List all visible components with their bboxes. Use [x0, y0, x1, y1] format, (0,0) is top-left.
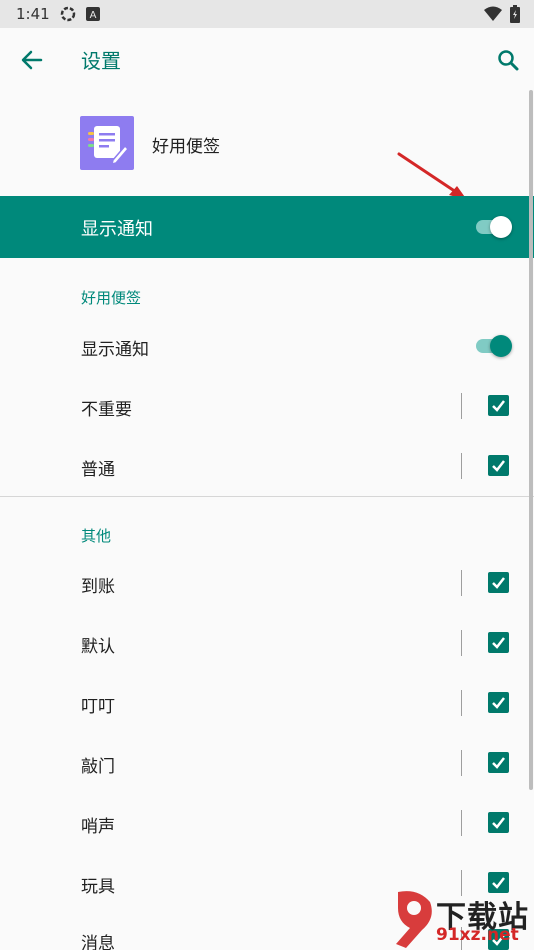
wifi-icon — [484, 6, 502, 26]
check-icon — [492, 460, 505, 472]
check-icon — [492, 400, 505, 412]
section-header-other: 其他 — [81, 527, 112, 545]
check-icon — [492, 757, 505, 769]
dingding-checkbox[interactable] — [488, 692, 509, 713]
section-header-app: 好用便签 — [81, 289, 142, 307]
knock-checkbox[interactable] — [488, 752, 509, 773]
status-time: 1:41 — [16, 5, 50, 23]
show-notification-switch[interactable] — [474, 334, 514, 358]
default-checkbox[interactable] — [488, 632, 509, 653]
row-divider — [461, 570, 462, 596]
row-divider — [461, 690, 462, 716]
row-knock[interactable]: 敲门 — [0, 733, 534, 793]
status-bar: 1:41 A — [0, 0, 534, 28]
back-arrow-icon[interactable] — [18, 46, 46, 74]
row-label: 显示通知 — [81, 340, 149, 360]
row-unimportant[interactable]: 不重要 — [0, 376, 534, 436]
whistle-checkbox[interactable] — [488, 812, 509, 833]
row-label: 消息 — [81, 934, 115, 950]
row-divider — [461, 393, 462, 419]
check-icon — [492, 817, 505, 829]
check-icon — [492, 637, 505, 649]
unimportant-checkbox[interactable] — [488, 395, 509, 416]
row-show-notification[interactable]: 显示通知 — [0, 316, 534, 376]
normal-checkbox[interactable] — [488, 455, 509, 476]
row-default[interactable]: 默认 — [0, 613, 534, 673]
arrival-checkbox[interactable] — [488, 572, 509, 593]
section-divider — [0, 496, 534, 497]
row-label: 默认 — [81, 637, 115, 657]
notification-a-icon: A — [86, 6, 100, 25]
row-divider — [461, 630, 462, 656]
app-name: 好用便签 — [152, 137, 220, 157]
note-app-icon — [80, 116, 134, 170]
row-normal[interactable]: 普通 — [0, 436, 534, 496]
page-title: 设置 — [81, 49, 121, 73]
row-label: 到账 — [81, 577, 115, 597]
row-label: 普通 — [81, 460, 115, 480]
row-arrival[interactable]: 到账 — [0, 553, 534, 613]
row-label: 玩具 — [81, 877, 115, 897]
search-icon[interactable] — [494, 46, 522, 74]
check-icon — [492, 697, 505, 709]
check-icon — [492, 577, 505, 589]
row-dingding[interactable]: 叮叮 — [0, 673, 534, 733]
settings-gear-icon — [60, 6, 76, 26]
master-toggle-label: 显示通知 — [81, 219, 153, 240]
row-label: 叮叮 — [81, 697, 115, 717]
row-divider — [461, 750, 462, 776]
row-divider — [461, 810, 462, 836]
row-divider — [461, 453, 462, 479]
watermark-domain: 91xz.net — [436, 925, 519, 945]
row-label: 哨声 — [81, 817, 115, 837]
row-label: 敲门 — [81, 757, 115, 777]
row-whistle[interactable]: 哨声 — [0, 793, 534, 853]
master-toggle-switch[interactable] — [474, 215, 514, 239]
scrollbar[interactable] — [529, 90, 533, 790]
svg-text:A: A — [90, 10, 97, 21]
app-bar: 设置 — [0, 28, 534, 90]
row-label: 不重要 — [81, 400, 132, 420]
battery-icon — [510, 5, 520, 27]
master-notification-toggle-row[interactable]: 显示通知 — [0, 196, 534, 258]
